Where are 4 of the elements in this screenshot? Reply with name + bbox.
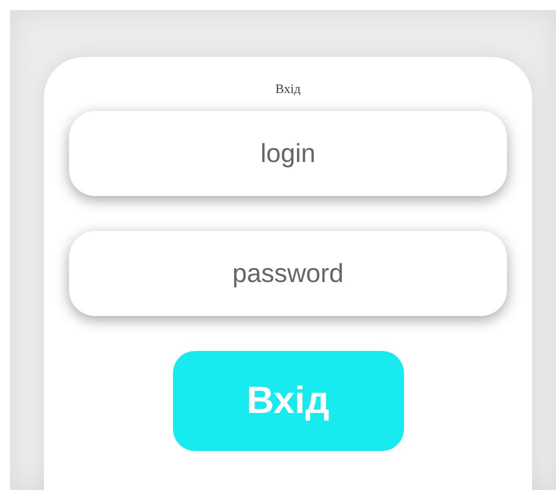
- login-field[interactable]: password: [69, 231, 507, 316]
- login-field[interactable]: login: [69, 111, 507, 196]
- login-button[interactable]: Вхід: [172, 351, 404, 451]
- form-title: Вхід: [275, 81, 301, 97]
